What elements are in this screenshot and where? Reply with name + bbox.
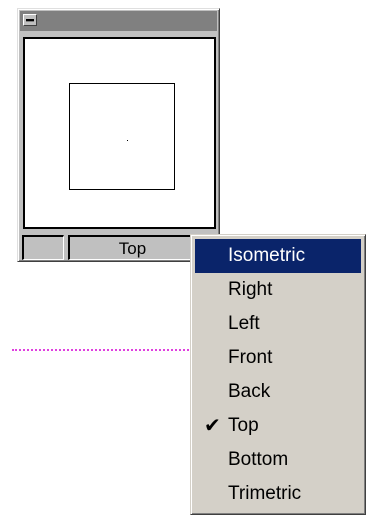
status-bar: Top — [22, 235, 218, 260]
menu-item-front[interactable]: Front — [195, 341, 361, 375]
menu-item-label: Isometric — [228, 245, 306, 266]
menu-item-label: Top — [228, 415, 259, 436]
dotted-guide-line — [12, 349, 192, 351]
menu-item-top[interactable]: Top — [195, 409, 361, 443]
status-cell-left — [22, 235, 64, 260]
window-title-bar[interactable] — [20, 11, 217, 31]
menu-item-label: Right — [228, 279, 273, 300]
menu-item-bottom[interactable]: Bottom — [195, 443, 361, 477]
view-canvas[interactable] — [23, 37, 216, 229]
check-icon — [204, 409, 224, 443]
menu-item-left[interactable]: Left — [195, 307, 361, 341]
menu-item-right[interactable]: Right — [195, 273, 361, 307]
menu-item-label: Trimetric — [228, 483, 302, 504]
current-view-label: Top — [118, 239, 147, 258]
screen: Top Isometric Right Left Front Back Top … — [0, 0, 367, 516]
menu-item-back[interactable]: Back — [195, 375, 361, 409]
menu-item-label: Back — [228, 381, 271, 402]
system-menu-icon[interactable] — [23, 14, 37, 26]
view-center-point — [127, 140, 128, 141]
view-popup-menu: Isometric Right Left Front Back Top Bott… — [190, 234, 366, 515]
view-bounding-square — [69, 83, 175, 190]
menu-item-label: Left — [228, 313, 260, 334]
menu-item-isometric[interactable]: Isometric — [195, 239, 361, 273]
menu-item-label: Front — [228, 347, 273, 368]
view-window: Top — [17, 8, 220, 262]
menu-item-label: Bottom — [228, 449, 289, 470]
menu-item-trimetric[interactable]: Trimetric — [195, 477, 361, 511]
